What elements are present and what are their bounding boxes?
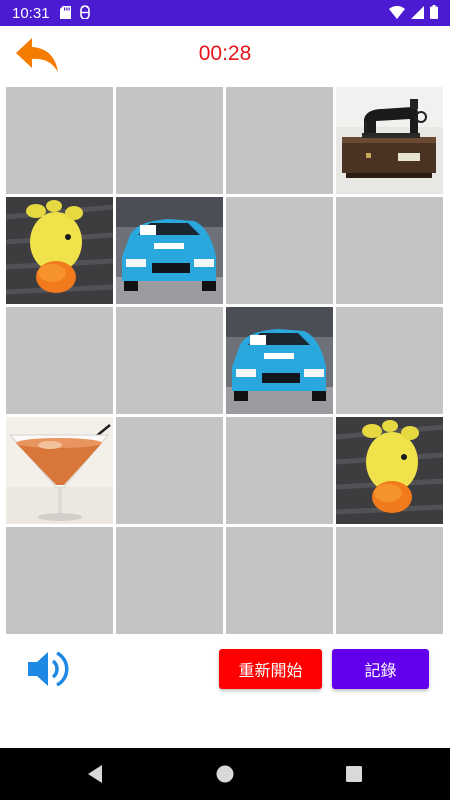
system-nav-bar (0, 748, 450, 800)
timer: 00:28 (198, 42, 252, 65)
duck-toy-image (336, 417, 443, 524)
race-car-image (116, 197, 223, 304)
wifi-icon (389, 4, 405, 23)
android-debug-icon (79, 4, 91, 23)
status-bar: 10:31 (0, 0, 450, 26)
battery-icon (430, 4, 438, 23)
card-tile-hidden[interactable] (226, 197, 333, 304)
card-tile-hidden[interactable] (336, 307, 443, 414)
card-tile-hidden[interactable] (336, 527, 443, 634)
card-tile-duck-toy[interactable] (6, 197, 113, 304)
sd-card-icon (59, 4, 71, 23)
sound-toggle-button[interactable] (26, 648, 70, 690)
card-tile-duck-toy[interactable] (336, 417, 443, 524)
race-car-image (226, 307, 333, 414)
record-button[interactable]: 記錄 (332, 649, 429, 689)
card-tile-hidden[interactable] (226, 527, 333, 634)
restart-button[interactable]: 重新開始 (219, 649, 322, 689)
card-tile-hidden[interactable] (116, 417, 223, 524)
card-tile-hidden[interactable] (226, 417, 333, 524)
card-tile-hidden[interactable] (6, 87, 113, 194)
card-tile-hidden[interactable] (226, 87, 333, 194)
card-tile-hidden[interactable] (116, 307, 223, 414)
card-tile-sewing-machine[interactable] (336, 87, 443, 194)
card-tile-hidden[interactable] (6, 527, 113, 634)
cocktail-image (6, 417, 113, 524)
card-tile-hidden[interactable] (6, 307, 113, 414)
card-tile-cocktail[interactable] (6, 417, 113, 524)
card-tile-hidden[interactable] (336, 197, 443, 304)
card-tile-race-car[interactable] (226, 307, 333, 414)
card-tile-hidden[interactable] (116, 527, 223, 634)
home-circle-icon (216, 765, 234, 783)
signal-icon (411, 4, 424, 23)
card-board (6, 87, 444, 634)
card-tile-race-car[interactable] (116, 197, 223, 304)
nav-recents-button[interactable] (342, 762, 366, 786)
sewing-machine-image (336, 87, 443, 194)
recents-square-icon (346, 766, 362, 782)
nav-back-button[interactable] (84, 762, 108, 786)
back-triangle-icon (88, 765, 102, 783)
speaker-icon (28, 651, 69, 687)
status-time: 10:31 (12, 4, 50, 22)
nav-home-button[interactable] (213, 762, 237, 786)
duck-toy-image (6, 197, 113, 304)
card-tile-hidden[interactable] (116, 87, 223, 194)
